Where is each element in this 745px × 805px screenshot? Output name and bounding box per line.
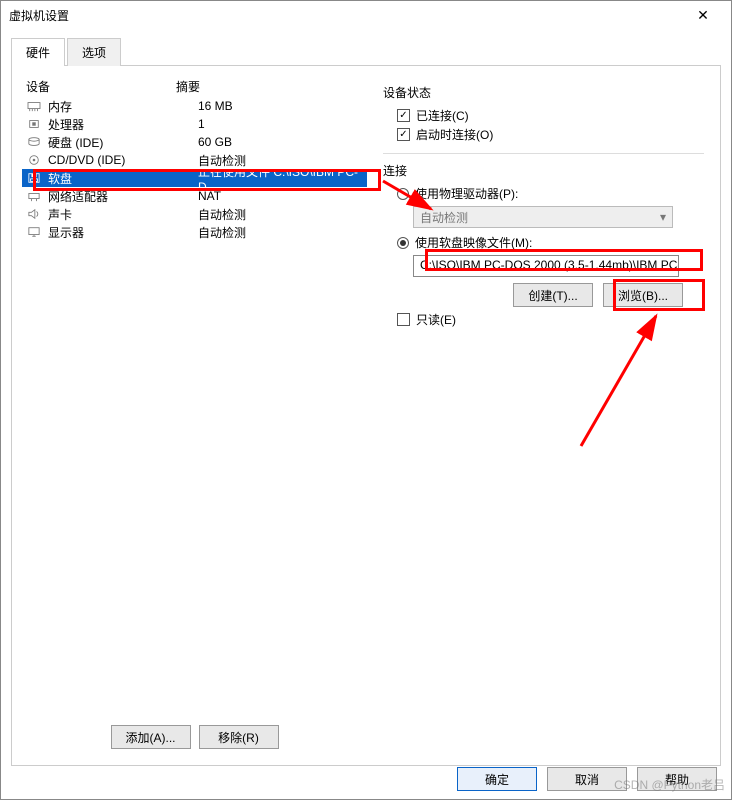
physical-drive-dropdown: 自动检测 ▾ (413, 206, 673, 228)
tab-hardware[interactable]: 硬件 (11, 38, 65, 66)
device-name: 处理器 (48, 116, 198, 133)
browse-button[interactable]: 浏览(B)... (603, 283, 683, 307)
display-icon (26, 225, 42, 239)
disk-icon (26, 135, 42, 149)
image-path-input[interactable]: C:\ISO\IBM PC-DOS 2000 (3.5-1.44mb)\IBM … (413, 255, 679, 277)
connect-on-power-checkbox[interactable]: ✓ 启动时连接(O) (397, 126, 704, 143)
window-title: 虚拟机设置 (9, 7, 683, 24)
header-device: 设备 (26, 78, 176, 95)
device-list[interactable]: 内存16 MB处理器1硬盘 (IDE)60 GBCD/DVD (IDE)自动检测… (22, 97, 367, 719)
device-name: 网络适配器 (48, 188, 198, 205)
device-row[interactable]: 内存16 MB (22, 97, 367, 115)
cd-icon (26, 153, 42, 167)
device-name: 声卡 (48, 206, 198, 223)
watermark: CSDN @Python老吕 (614, 776, 725, 793)
cpu-icon (26, 117, 42, 131)
memory-icon (26, 99, 42, 113)
dropdown-value: 自动检测 (420, 209, 468, 226)
connection-title: 连接 (383, 162, 704, 179)
device-name: CD/DVD (IDE) (48, 153, 198, 167)
device-row[interactable]: 软盘正在使用文件 C:\ISO\IBM PC-D... (22, 169, 367, 187)
sound-icon (26, 207, 42, 221)
connected-label: 已连接(C) (416, 107, 469, 124)
use-physical-label: 使用物理驱动器(P): (415, 185, 518, 202)
floppy-icon (26, 171, 42, 185)
hardware-pane: 设备 摘要 内存16 MB处理器1硬盘 (IDE)60 GBCD/DVD (ID… (22, 76, 367, 755)
create-button[interactable]: 创建(T)... (513, 283, 593, 307)
device-summary: 自动检测 (198, 206, 363, 223)
header-summary: 摘要 (176, 78, 363, 95)
device-row[interactable]: 声卡自动检测 (22, 205, 367, 223)
device-summary: 1 (198, 117, 363, 131)
check-icon: ✓ (397, 128, 410, 141)
readonly-checkbox[interactable]: 只读(E) (397, 311, 704, 328)
use-image-label: 使用软盘映像文件(M): (415, 234, 532, 251)
add-device-button[interactable]: 添加(A)... (111, 725, 191, 749)
vm-settings-dialog: 虚拟机设置 ✕ 硬件 选项 设备 摘要 内存16 MB处理器1硬盘 (IDE)6… (0, 0, 732, 800)
remove-device-button[interactable]: 移除(R) (199, 725, 279, 749)
device-summary: 16 MB (198, 99, 363, 113)
device-name: 软盘 (48, 170, 198, 187)
radio-icon (397, 237, 409, 249)
ok-button[interactable]: 确定 (457, 767, 537, 791)
device-summary: NAT (198, 189, 363, 203)
tab-options[interactable]: 选项 (67, 38, 121, 66)
device-row[interactable]: 硬盘 (IDE)60 GB (22, 133, 367, 151)
device-name: 内存 (48, 98, 198, 115)
connected-checkbox[interactable]: ✓ 已连接(C) (397, 107, 704, 124)
device-detail-pane: 设备状态 ✓ 已连接(C) ✓ 启动时连接(O) 连接 使用物理驱动器(P): … (377, 76, 710, 755)
tab-strip: 硬件 选项 (11, 37, 721, 66)
device-summary: 60 GB (198, 135, 363, 149)
check-icon (397, 313, 410, 326)
device-name: 显示器 (48, 224, 198, 241)
readonly-label: 只读(E) (416, 311, 456, 328)
use-image-radio[interactable]: 使用软盘映像文件(M): (397, 234, 704, 251)
titlebar: 虚拟机设置 ✕ (1, 1, 731, 29)
radio-icon (397, 188, 409, 200)
close-button[interactable]: ✕ (683, 1, 723, 29)
check-icon: ✓ (397, 109, 410, 122)
chevron-down-icon: ▾ (660, 210, 666, 224)
device-row[interactable]: 显示器自动检测 (22, 223, 367, 241)
device-row[interactable]: 处理器1 (22, 115, 367, 133)
device-summary: 自动检测 (198, 224, 363, 241)
device-name: 硬盘 (IDE) (48, 134, 198, 151)
net-icon (26, 189, 42, 203)
use-physical-radio[interactable]: 使用物理驱动器(P): (397, 185, 704, 202)
connect-on-power-label: 启动时连接(O) (416, 126, 493, 143)
device-row[interactable]: 网络适配器NAT (22, 187, 367, 205)
status-title: 设备状态 (383, 84, 704, 101)
